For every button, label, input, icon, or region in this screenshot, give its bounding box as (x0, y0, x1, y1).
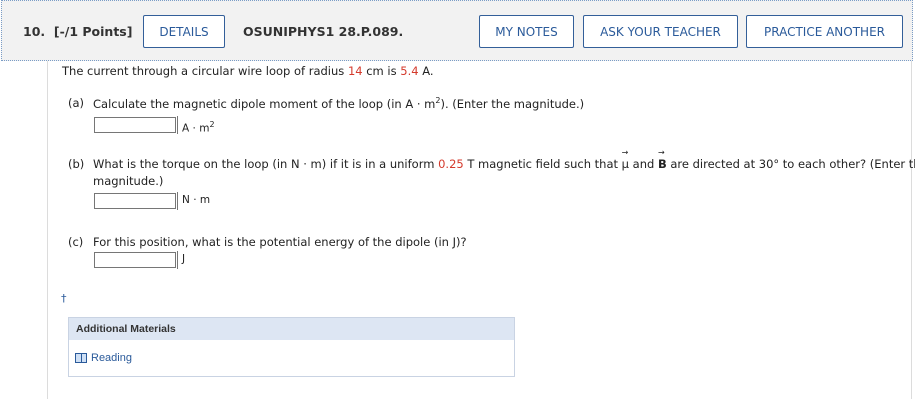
my-notes-button[interactable]: MY NOTES (479, 15, 574, 48)
reading-link-label[interactable]: Reading (91, 352, 132, 364)
problem-intro: The current through a circular wire loop… (62, 64, 434, 78)
radius-value: 14 (347, 64, 363, 78)
part-b-question-line1: What is the torque on the loop (in N · m… (93, 148, 915, 171)
part-c-label: (c) (68, 235, 84, 249)
additional-materials-title: Additional Materials (69, 318, 514, 340)
dagger-link[interactable]: † (61, 292, 67, 305)
part-c-question: For this position, what is the potential… (93, 235, 467, 249)
part-b-answer-input[interactable] (94, 193, 176, 209)
book-icon (75, 353, 87, 363)
part-a-unit: A · m2 (177, 116, 215, 135)
part-c-answer-input[interactable] (94, 252, 176, 268)
details-button[interactable]: DETAILS (143, 15, 225, 48)
part-b-label: (b) (68, 157, 85, 171)
reading-link[interactable]: Reading (75, 352, 132, 364)
additional-materials-panel: Additional Materials Reading (68, 317, 515, 377)
question-header: 10. [-/1 Points] DETAILS OSUNIPHYS1 28.P… (1, 0, 913, 61)
part-b-unit: N · m (177, 192, 210, 210)
part-a-answer-input[interactable] (94, 117, 176, 133)
problem-code: OSUNIPHYS1 28.P.089. (243, 24, 404, 39)
part-c-unit: J (177, 251, 185, 269)
b-vector: B (658, 148, 667, 171)
practice-another-button[interactable]: PRACTICE ANOTHER (746, 15, 903, 48)
mu-vector: μ (622, 148, 629, 171)
part-a-question: Calculate the magnetic dipole moment of … (93, 96, 585, 111)
current-value: 5.4 (400, 64, 419, 78)
question-number-and-points: 10. [-/1 Points] (23, 24, 133, 39)
part-b-question-line2: magnitude.) (93, 174, 164, 188)
ask-your-teacher-button[interactable]: ASK YOUR TEACHER (583, 15, 738, 48)
field-value: 0.25 (438, 157, 464, 171)
part-a-label: (a) (68, 96, 85, 110)
